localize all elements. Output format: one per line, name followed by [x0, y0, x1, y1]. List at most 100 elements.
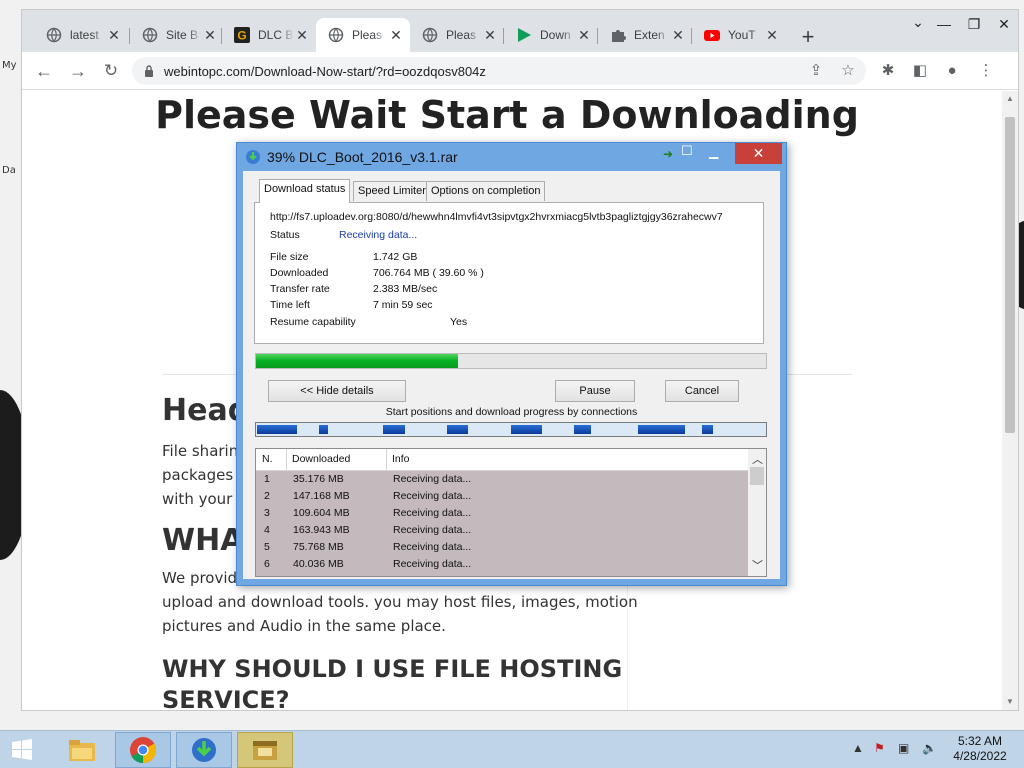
download-url: http://fs7.uploadev.org:8080/d/hewwhn4lm…: [270, 211, 723, 223]
taskbar-idm[interactable]: [176, 732, 232, 768]
reload-button[interactable]: ↻: [99, 60, 123, 84]
extensions-button[interactable]: ✱: [878, 61, 898, 81]
maximize-button[interactable]: ❐: [958, 12, 990, 38]
column-header-info[interactable]: Info: [392, 453, 410, 465]
connections-table[interactable]: N. Downloaded Info 1 35.176 MB Receiving d…: [255, 448, 767, 577]
column-header-n[interactable]: N.: [262, 453, 273, 465]
page-scrollbar[interactable]: ▲ ▼: [1002, 91, 1018, 710]
browser-tab[interactable]: Site B ✕: [130, 18, 224, 52]
close-window-button[interactable]: ✕: [988, 12, 1018, 38]
cell-downloaded: 147.168 MB: [293, 490, 350, 502]
volume-icon[interactable]: 🔈: [922, 741, 937, 755]
close-tab-icon[interactable]: ✕: [482, 27, 498, 44]
hide-details-button[interactable]: << Hide details: [268, 380, 406, 402]
show-hidden-icons-button[interactable]: ▲: [852, 741, 864, 755]
scroll-down-icon[interactable]: ▼: [1006, 697, 1014, 706]
close-tab-icon[interactable]: ✕: [106, 27, 122, 44]
browser-tab[interactable]: Exten ✕: [598, 18, 692, 52]
browser-tab[interactable]: Down ✕: [504, 18, 598, 52]
table-row[interactable]: 5 75.768 MB Receiving data...: [256, 539, 748, 556]
status-label: Status: [270, 229, 300, 241]
minimize-icon[interactable]: ▁: [709, 145, 718, 159]
tab-options-on-completion[interactable]: Options on completion: [426, 181, 546, 201]
start-button[interactable]: [0, 732, 44, 768]
share-button[interactable]: ⇪: [806, 61, 826, 81]
connection-segment: [447, 425, 468, 434]
taskbar-archive[interactable]: [237, 732, 293, 768]
table-scrollbar[interactable]: ︿ ﹀: [748, 449, 766, 576]
system-clock[interactable]: 5:32 AM 4/28/2022: [940, 734, 1020, 764]
maximize-icon[interactable]: ☐: [681, 143, 693, 159]
close-tab-icon[interactable]: ✕: [294, 27, 310, 44]
close-tab-icon[interactable]: ✕: [670, 27, 686, 44]
pin-icon[interactable]: ➜: [663, 147, 673, 161]
scrollbar-thumb[interactable]: [1005, 117, 1015, 433]
close-tab-icon[interactable]: ✕: [202, 27, 218, 44]
tab-title: Exten: [634, 28, 665, 42]
close-tab-icon[interactable]: ✕: [764, 27, 780, 44]
field-value: 1.742 GB: [373, 251, 418, 263]
scroll-up-icon[interactable]: ▲: [1006, 94, 1014, 103]
cancel-button[interactable]: Cancel: [665, 380, 739, 402]
forward-button[interactable]: →: [66, 60, 90, 84]
taskbar-chrome[interactable]: [115, 732, 171, 768]
scrollbar-thumb[interactable]: [750, 467, 764, 485]
table-body: 1 35.176 MB Receiving data... 2 147.168 MB Re…: [256, 471, 748, 576]
close-dialog-button[interactable]: ✕: [735, 143, 782, 164]
cell-n: 5: [264, 541, 270, 553]
table-row[interactable]: 1 35.176 MB Receiving data...: [256, 471, 748, 488]
pause-button[interactable]: Pause: [555, 380, 635, 402]
new-tab-button[interactable]: +: [794, 24, 822, 52]
desktop-icon-label[interactable]: My: [2, 60, 17, 71]
desktop-icon-label[interactable]: Da: [2, 165, 16, 176]
back-button[interactable]: ←: [32, 60, 56, 84]
action-center-flag-icon[interactable]: ⚑: [874, 741, 885, 755]
profile-button[interactable]: ●: [942, 61, 962, 81]
network-icon[interactable]: ▣: [898, 741, 909, 755]
table-row[interactable]: 2 147.168 MB Receiving data...: [256, 488, 748, 505]
browser-tab[interactable]: YouT ✕: [692, 18, 786, 52]
table-row[interactable]: 4 163.943 MB Receiving data...: [256, 522, 748, 539]
browser-tab[interactable]: latest ✕: [34, 18, 128, 52]
taskbar-file-explorer[interactable]: [54, 732, 110, 768]
connections-progress-bar: [255, 422, 767, 437]
globe-icon: [142, 27, 158, 43]
section-heading: WHY SHOULD I USE FILE HOSTING SERVICE?: [162, 654, 622, 710]
chevron-up-icon[interactable]: ︿: [752, 451, 763, 467]
chevron-down-icon[interactable]: ﹀: [752, 557, 763, 573]
cell-downloaded: 109.604 MB: [293, 507, 350, 519]
bookmark-button[interactable]: ☆: [838, 61, 858, 81]
tab-title: latest: [70, 28, 99, 42]
paragraph: File sharing packages t with your C: [162, 439, 248, 511]
menu-button[interactable]: ⋮: [976, 61, 996, 81]
share-icon: ⇪: [809, 62, 823, 79]
cell-downloaded: 163.943 MB: [293, 524, 350, 536]
puzzle-icon: ✱: [881, 62, 895, 79]
url-text[interactable]: webintopc.com/Download-Now-start/?rd=ooz…: [164, 64, 486, 79]
cell-info: Receiving data...: [393, 473, 472, 485]
browser-tab[interactable]: G DLC B ✕: [222, 18, 316, 52]
minimize-icon: —: [937, 16, 951, 32]
star-icon: ☆: [841, 62, 855, 79]
column-header-downloaded[interactable]: Downloaded: [292, 453, 350, 465]
tab-download-status[interactable]: Download status: [259, 179, 351, 203]
cell-n: 3: [264, 507, 270, 519]
side-panel-icon: ◧: [912, 62, 928, 79]
table-row[interactable]: 6 40.036 MB Receiving data...: [256, 556, 748, 573]
address-bar[interactable]: webintopc.com/Download-Now-start/?rd=ooz…: [132, 57, 866, 85]
windows-logo-icon: [12, 739, 32, 760]
tab-speed-limiter[interactable]: Speed Limiter: [353, 181, 431, 201]
side-panel-button[interactable]: ◧: [910, 61, 930, 81]
minimize-button[interactable]: —: [928, 12, 960, 38]
close-tab-icon[interactable]: ✕: [576, 27, 592, 44]
youtube-icon: [704, 27, 720, 43]
file-explorer-icon: [69, 740, 95, 761]
close-tab-icon[interactable]: ✕: [388, 27, 404, 44]
dialog-titlebar[interactable]: 39% DLC_Boot_2016_v3.1.rar ➜ ☐ ▁ ✕: [237, 143, 786, 171]
field-label: File size: [270, 251, 309, 263]
browser-tab[interactable]: Pleas ✕: [316, 18, 410, 52]
dialog-title: 39% DLC_Boot_2016_v3.1.rar: [267, 149, 458, 165]
table-row[interactable]: 3 109.604 MB Receiving data...: [256, 505, 748, 522]
browser-tab[interactable]: Pleas ✕: [410, 18, 504, 52]
kebab-menu-icon: ⋮: [978, 62, 994, 79]
